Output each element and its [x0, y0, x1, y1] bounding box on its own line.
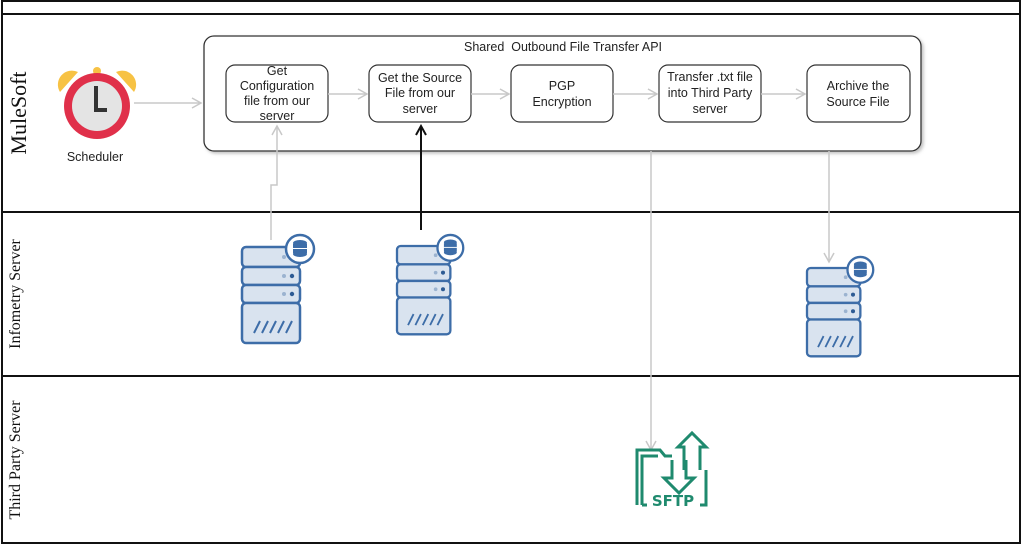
step-get-source-file: Get the Source File from our server: [368, 64, 472, 123]
sftp-label: SFTP: [652, 492, 694, 510]
lane-label-third-party-server: Third Party Server: [7, 400, 24, 520]
step-pgp-encryption: PGP Encryption: [510, 64, 614, 123]
archive-server-icon: [805, 255, 875, 358]
alarm-clock-icon: [57, 67, 137, 139]
swimlane-diagram: MuleSoft Infometry Server Third Party Se…: [1, 0, 1021, 544]
step-archive-source-file: Archive the Source File: [806, 64, 911, 123]
scheduler-label: Scheduler: [67, 150, 123, 164]
step-transfer-file: Transfer .txt file into Third Party server: [658, 64, 762, 123]
api-container-title: Shared Outbound File Transfer API: [464, 40, 662, 54]
lane-label-infometry-server: Infometry Server: [7, 238, 24, 348]
lane-label-mulesoft: MuleSoft: [6, 71, 31, 154]
source-server-icon: [395, 233, 465, 336]
config-server-icon: [240, 233, 316, 345]
step-get-configuration: Get Configuration file from our server: [225, 64, 329, 123]
